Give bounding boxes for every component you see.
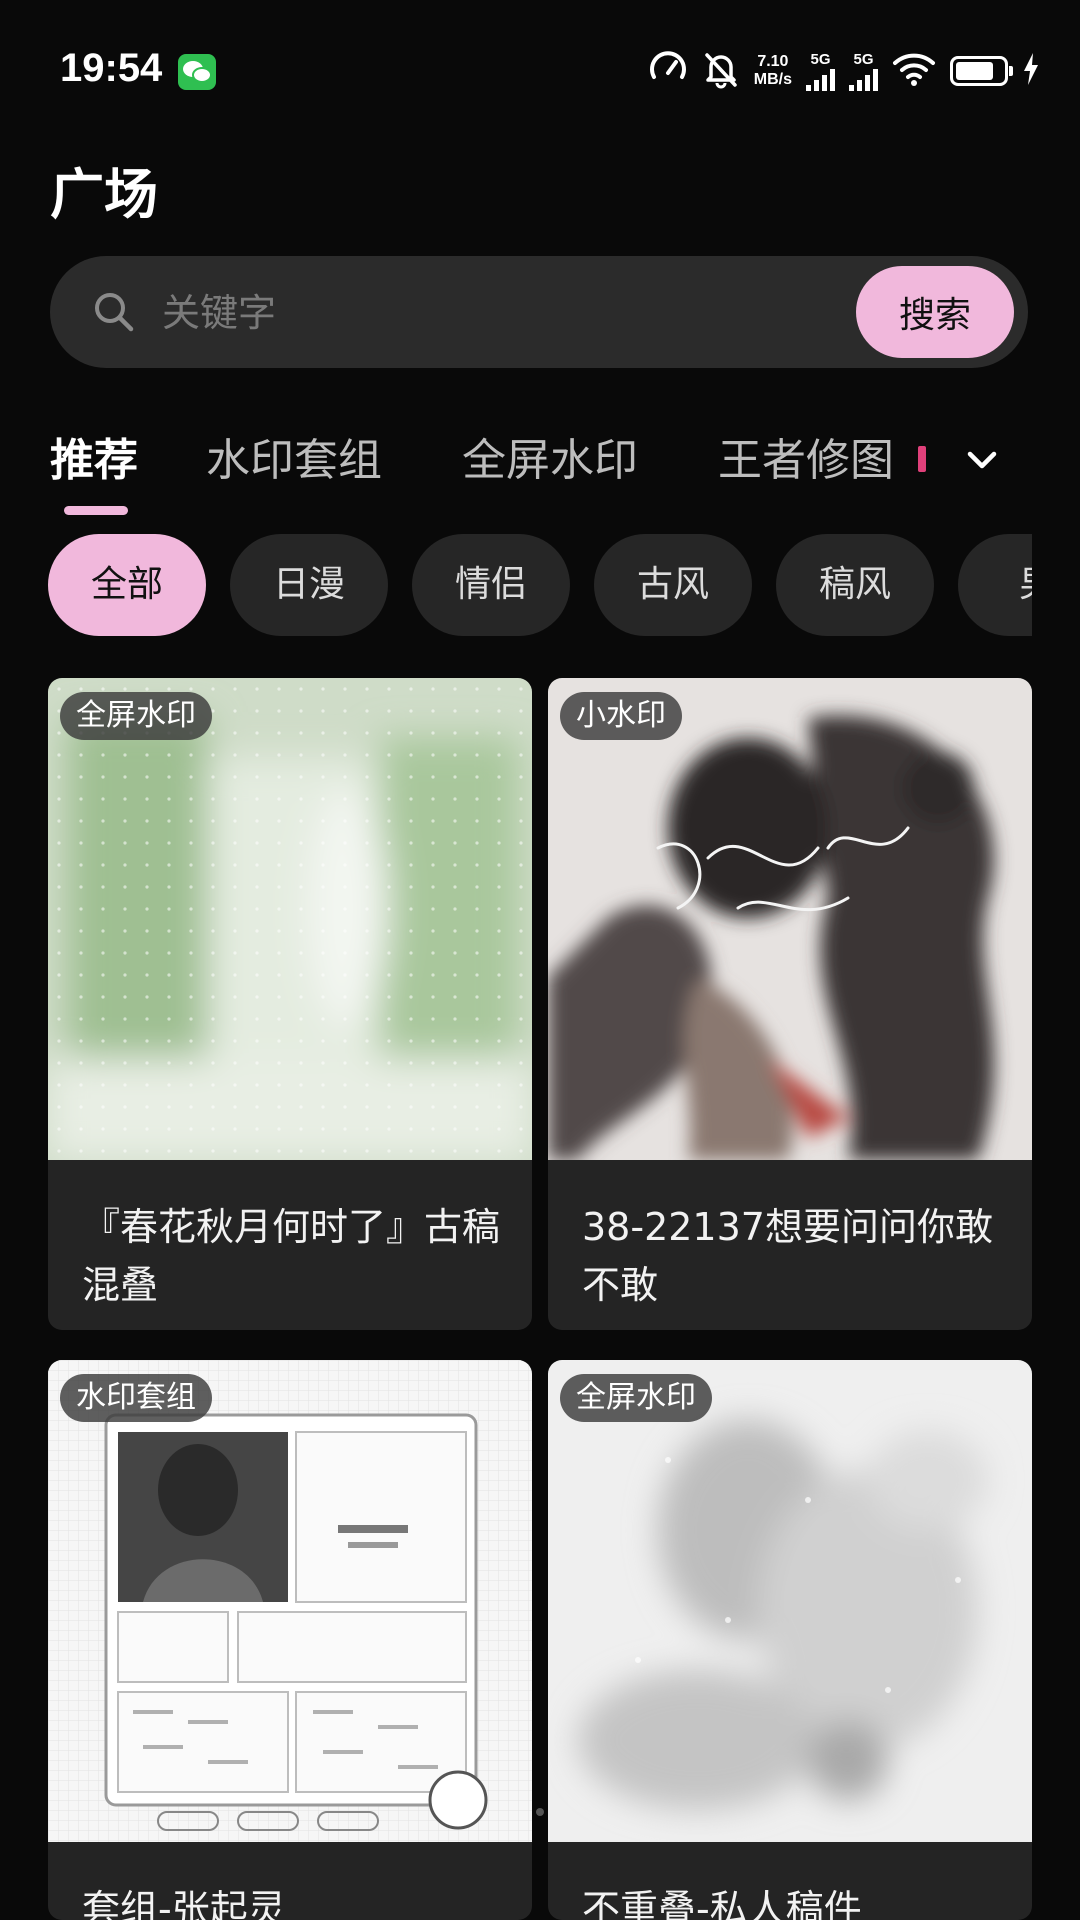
tab-honor-of-kings-edit[interactable]: 王者修图: [718, 424, 894, 488]
chip-draft-style[interactable]: 稿风: [776, 534, 934, 636]
tab-new-badge: [918, 446, 926, 472]
net-speed: 7.10 MB/s: [754, 53, 792, 89]
status-bar: 19:54 7.10 MB/s 5G 5G: [0, 0, 1080, 130]
chip-couple[interactable]: 情侣: [412, 534, 570, 636]
scroll-indicator: [536, 1808, 544, 1816]
signal-icon: 5G: [806, 52, 835, 91]
card-tag: 全屏水印: [60, 692, 212, 740]
watermark-card[interactable]: 全屏水印 不重叠-私人稿件: [548, 1360, 1032, 1920]
chip-male[interactable]: 男: [958, 534, 1032, 636]
chip-ancient-style[interactable]: 古风: [594, 534, 752, 636]
chip-all[interactable]: 全部: [48, 534, 206, 636]
category-tabs: 推荐 水印套组 全屏水印 王者修图: [50, 424, 1040, 515]
card-tag: 水印套组: [60, 1374, 212, 1422]
signal-icon: 5G: [849, 52, 878, 91]
filter-chip-row: 全部 日漫 情侣 古风 稿风 男: [48, 534, 1032, 636]
sim1-label: 5G: [810, 50, 831, 68]
net-speed-unit: MB/s: [753, 71, 792, 88]
card-thumbnail: 全屏水印: [48, 678, 532, 1160]
status-time: 19:54: [60, 46, 163, 90]
watermark-card[interactable]: 全屏水印 『春花秋月何时了』古稿混叠: [48, 678, 532, 1330]
active-tab-indicator: [64, 506, 128, 515]
card-tag: 全屏水印: [560, 1374, 712, 1422]
card-thumbnail: 全屏水印: [548, 1360, 1032, 1842]
tab-fullscreen-watermark[interactable]: 全屏水印: [462, 424, 638, 488]
search-icon: [90, 288, 138, 336]
speed-dial-icon: [648, 49, 688, 93]
battery-fill: [956, 62, 993, 80]
wifi-icon: [892, 51, 936, 91]
net-speed-value: 7.10: [757, 53, 789, 70]
tab-watermark-set[interactable]: 水印套组: [206, 424, 382, 488]
card-thumbnail: 小水印: [548, 678, 1032, 1160]
battery-icon: [950, 56, 1013, 86]
card-title: 套组-张起灵: [82, 1887, 286, 1920]
sim2-label: 5G: [853, 50, 874, 68]
chevron-down-icon[interactable]: [960, 438, 1004, 482]
card-title: 『春花秋月何时了』古稿混叠: [82, 1205, 501, 1307]
wechat-icon: [178, 54, 216, 90]
watermark-card[interactable]: 小水印 38-22137想要问问你敢不敢: [548, 678, 1032, 1330]
bell-muted-icon: [702, 49, 740, 93]
card-thumbnail: 水印套组: [48, 1360, 532, 1842]
watermark-card[interactable]: 水印套组 套组-张起灵: [48, 1360, 532, 1920]
page-title: 广场: [50, 163, 158, 226]
card-tag: 小水印: [560, 692, 682, 740]
search-bar[interactable]: 搜索: [50, 256, 1028, 368]
tab-recommended[interactable]: 推荐: [50, 424, 138, 488]
chip-japanese-anime[interactable]: 日漫: [230, 534, 388, 636]
search-button[interactable]: 搜索: [856, 266, 1014, 358]
card-title: 不重叠-私人稿件: [582, 1887, 862, 1920]
card-title: 38-22137想要问问你敢不敢: [582, 1205, 993, 1307]
search-input[interactable]: [160, 282, 724, 344]
charging-icon: [1022, 53, 1040, 89]
